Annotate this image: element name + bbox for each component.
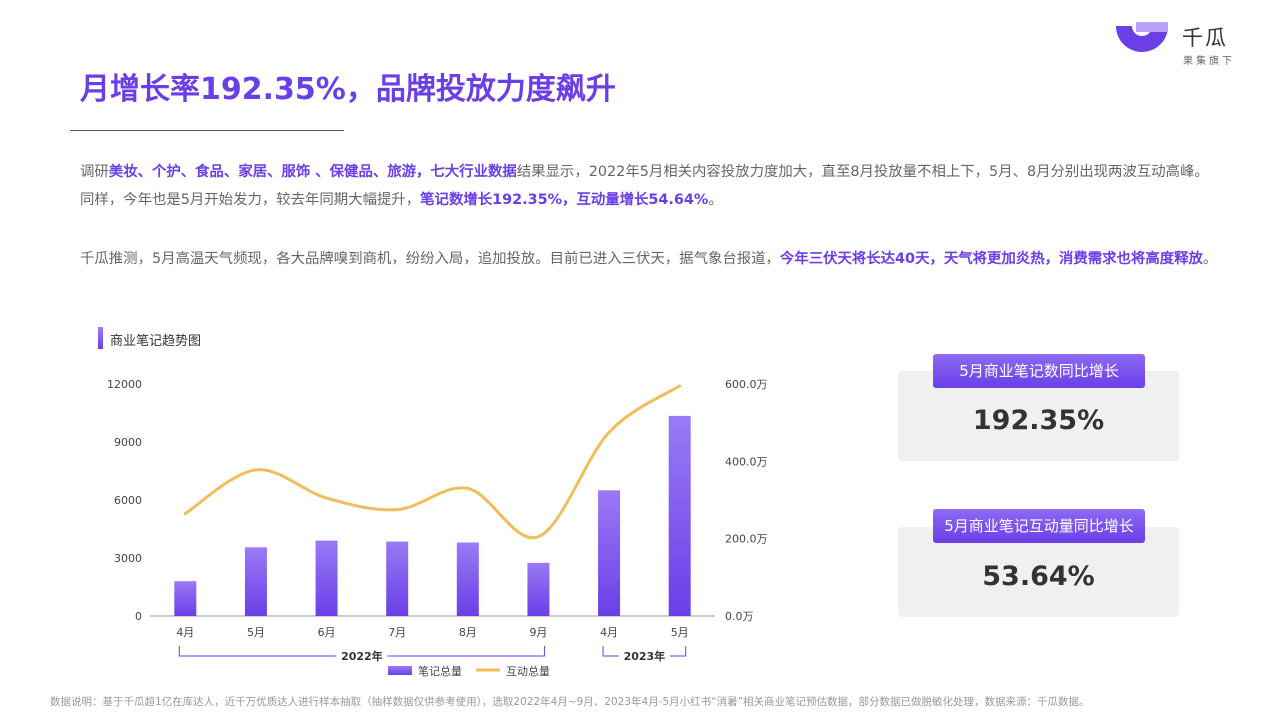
- x-tick-label: 9月: [529, 626, 547, 639]
- text-segment: 调研: [80, 164, 109, 180]
- text-segment: 千瓜推测，5月高温天气频现，各大品牌嗅到商机，纷纷入局，追加投放。目前已进入三伏…: [80, 251, 780, 267]
- y-right-tick-label: 400.0万: [725, 455, 768, 468]
- x-tick-label: 4月: [600, 626, 618, 639]
- highlight-segment: 今年三伏天将长达40天，天气将更加炎热，消费需求也将高度释放: [779, 251, 1203, 267]
- group-label: 2023年: [624, 649, 666, 663]
- stat-label-interactions: 5月商业笔记互动量同比增长: [933, 509, 1145, 543]
- group-bracket: [602, 646, 619, 657]
- footnote: 数据说明：基于千瓜超1亿在库达人，近千万优质达人进行样本抽取（抽样数据仅供参考使…: [50, 696, 1090, 708]
- bar: [244, 547, 267, 616]
- brand-name: 千瓜: [1182, 26, 1228, 50]
- y-right-tick-label: 0.0万: [725, 610, 754, 623]
- stat-value-notes: 192.35%: [972, 405, 1105, 436]
- y-right-tick-label: 200.0万: [725, 533, 768, 546]
- chart-title-marker: [98, 327, 103, 349]
- summary-paragraph-2: 千瓜推测，5月高温天气频现，各大品牌嗅到商机，纷纷入局，追加投放。目前已进入三伏…: [80, 245, 1220, 273]
- bar: [386, 541, 409, 616]
- y-left-tick-label: 9000: [114, 436, 142, 449]
- bar: [527, 562, 550, 616]
- highlight-segment: 美妆、个护、食品、家居、服饰 、保健品、旅游，七大行业数据: [108, 164, 517, 180]
- stat-value-interactions: 53.64%: [982, 561, 1095, 592]
- highlight-segment: 笔记数增长192.35%，互动量增长54.64%: [420, 192, 709, 208]
- bar: [668, 415, 691, 616]
- y-left-tick-label: 6000: [114, 494, 142, 507]
- bar: [174, 581, 197, 616]
- legend-bar-label: 笔记总量: [418, 664, 462, 678]
- x-tick-label: 6月: [318, 626, 336, 639]
- x-tick-label: 5月: [671, 626, 689, 639]
- trend-chart: 0 3000 6000 9000 12000 0.0万 200.0万 400.0万 600.0万…: [107, 378, 768, 678]
- page-title: 月增长率192.35%，品牌投放力度飙升: [80, 72, 616, 107]
- text-segment: 。: [708, 192, 723, 208]
- bar: [315, 540, 338, 616]
- bar: [598, 490, 621, 616]
- group-bracket: [178, 646, 337, 657]
- brand-logo-icon: [1116, 22, 1168, 52]
- y-right-tick-label: 600.0万: [725, 378, 768, 391]
- title-divider: [70, 130, 344, 131]
- chart-title: 商业笔记趋势图: [110, 334, 202, 349]
- group-bracket: [387, 646, 545, 657]
- bar: [456, 542, 479, 616]
- text-segment: 。: [1202, 251, 1218, 267]
- y-left-tick-label: 12000: [107, 378, 142, 391]
- x-tick-label: 4月: [176, 626, 194, 639]
- brand-logo: 千瓜 果集旗下: [1112, 20, 1252, 68]
- brand-sub: 果集旗下: [1183, 56, 1235, 67]
- x-tick-label: 7月: [388, 626, 406, 639]
- x-tick-label: 8月: [459, 626, 477, 639]
- stat-label-notes: 5月商业笔记数同比增长: [933, 354, 1145, 388]
- y-left-tick-label: 0: [135, 610, 142, 623]
- legend-bar-swatch: [388, 666, 412, 675]
- legend-line-label: 互动总量: [506, 664, 550, 678]
- x-tick-label: 5月: [247, 626, 265, 639]
- summary-paragraph-1: 调研美妆、个护、食品、家居、服饰 、保健品、旅游，七大行业数据结果显示，2022…: [80, 158, 1220, 214]
- group-bracket: [669, 646, 687, 657]
- y-left-tick-label: 3000: [114, 552, 142, 565]
- group-label: 2022年: [341, 649, 383, 663]
